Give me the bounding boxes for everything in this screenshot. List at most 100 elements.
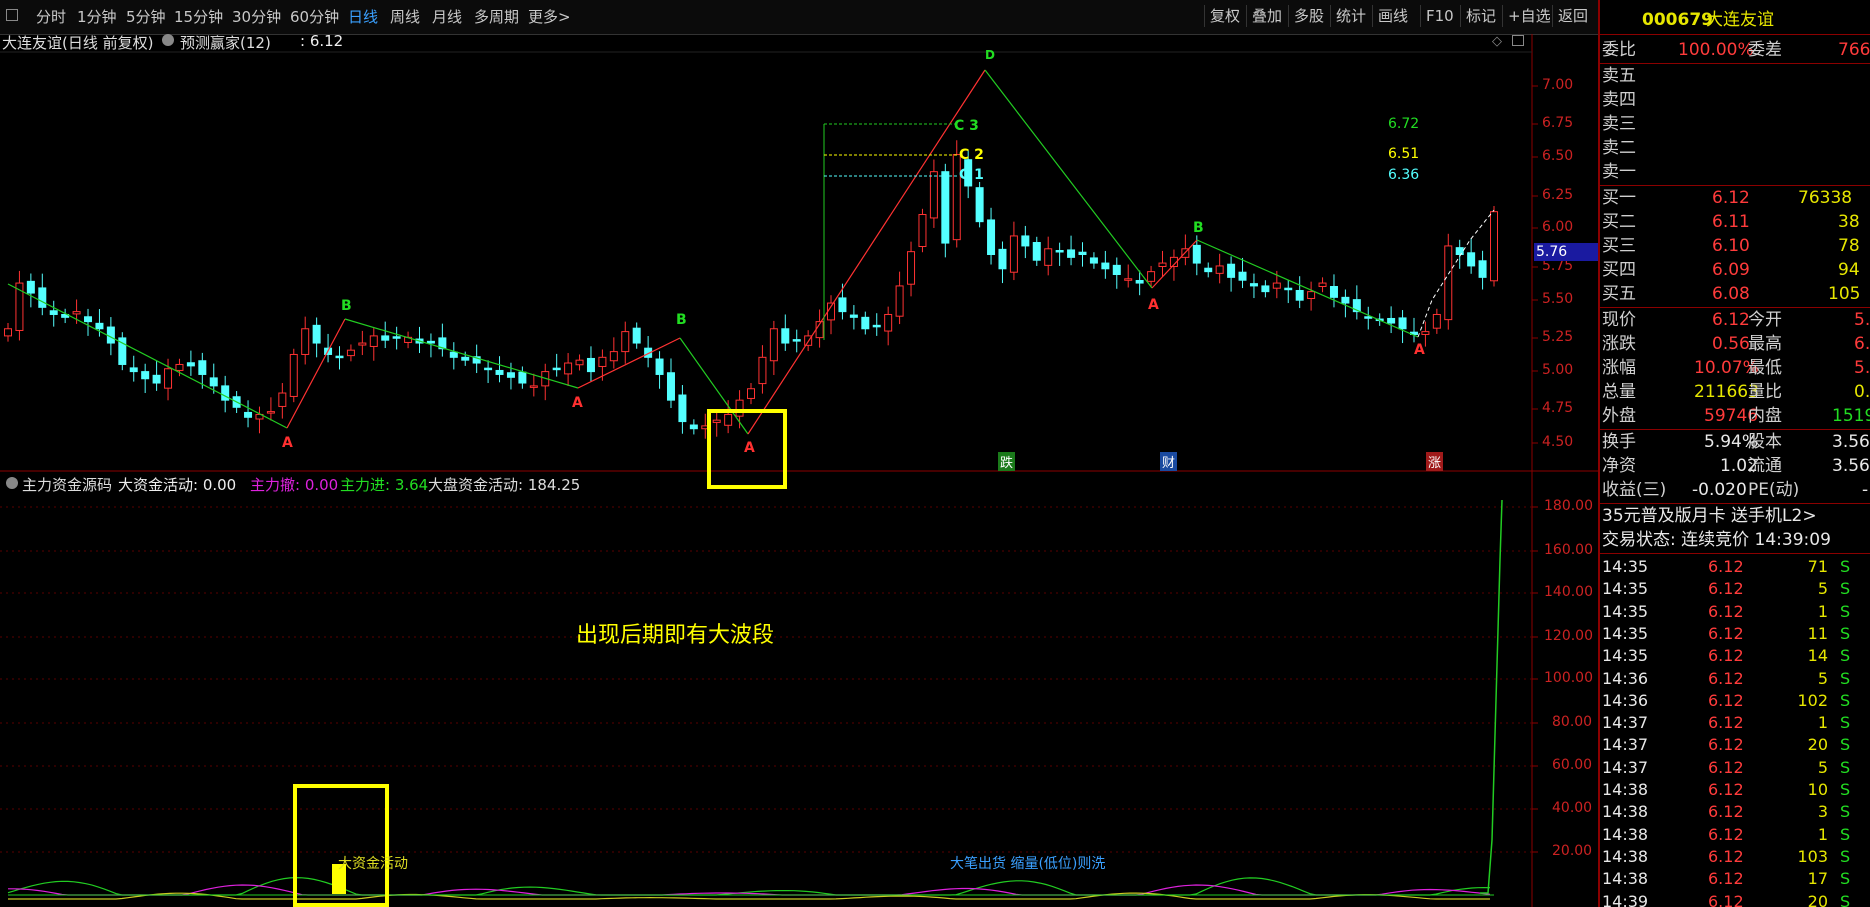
indicator-name[interactable]: 预测赢家(12): [180, 32, 271, 53]
candle-body: [1398, 317, 1407, 330]
candle-body: [987, 219, 996, 256]
tick-side: S: [1840, 846, 1851, 866]
candle-body: [1204, 267, 1213, 273]
tick-row: 14:38 6.12 1 S: [1600, 824, 1870, 846]
main-out-curve: [8, 884, 1491, 896]
stat-label: 股本: [1748, 432, 1782, 452]
annotation-text: 出现后期即有大波段: [576, 623, 775, 648]
price-tick: 4.50: [1542, 434, 1574, 450]
weibi-label: 委比: [1602, 40, 1636, 60]
tick-row: 14:37 6.12 1 S: [1600, 712, 1870, 734]
stat-label: 净资: [1602, 456, 1636, 476]
indicator-settings-icon[interactable]: [162, 34, 174, 46]
candle-body: [495, 369, 504, 375]
bid-level-label: 买一: [1602, 188, 1636, 208]
candle-body: [1089, 257, 1098, 264]
tick-time: 14:36: [1602, 690, 1649, 710]
event-tag-finance[interactable]: 财: [1160, 452, 1178, 471]
candle-body: [392, 336, 401, 339]
kline-chart[interactable]: [0, 0, 1598, 907]
tick-time: 14:38: [1602, 846, 1649, 866]
candle-body: [632, 327, 641, 344]
candle-body: [278, 392, 287, 407]
price-tick: 6.50: [1542, 148, 1574, 164]
stat-label: 涨幅: [1602, 358, 1636, 378]
candle-body: [621, 331, 630, 353]
candle-body: [758, 356, 767, 385]
candle-body: [95, 322, 104, 330]
stat-label: 现价: [1602, 310, 1636, 330]
candle-body: [1444, 245, 1453, 321]
tick-time: 14:36: [1602, 668, 1649, 688]
open-price: 5.: [1854, 310, 1870, 330]
quote-panel: 000679 大连友谊 委比 100.00% 委差 766 卖五 卖四 卖三 卖…: [1598, 0, 1870, 907]
tick-volume: 3: [1817, 802, 1828, 822]
candle-body: [1192, 244, 1201, 264]
candle-body: [518, 371, 527, 384]
chart-grid: [0, 34, 1598, 907]
candle-body: [1238, 271, 1247, 281]
main-out-label: 主力撤: 0.00: [250, 476, 339, 494]
candle-body: [129, 367, 138, 373]
pe-value: -: [1862, 480, 1869, 500]
candle-body: [609, 351, 618, 362]
promo-link[interactable]: 35元普及版月卡 送手机L2>: [1602, 504, 1817, 528]
sub-tick: 180.00: [1544, 498, 1593, 514]
stat-label: PE(动): [1748, 480, 1800, 500]
window-icon[interactable]: [1512, 35, 1524, 46]
candle-body: [1318, 282, 1327, 287]
candle-body: [358, 342, 367, 346]
candle-body: [1215, 265, 1224, 274]
candle-body: [1329, 285, 1338, 298]
candle-body: [861, 316, 870, 330]
stock-name: 大连友谊: [1706, 10, 1774, 30]
tick-price: 6.12: [1708, 735, 1744, 755]
candle-body: [1261, 285, 1270, 293]
sub-indicator-name[interactable]: 主力资金源码: [22, 474, 112, 495]
candle-body: [1055, 250, 1064, 253]
candle-body: [838, 297, 847, 313]
tick-volume: 20: [1807, 891, 1828, 907]
last-price: 6.12: [1712, 310, 1750, 330]
wave-line-up: [747, 69, 986, 435]
event-tag-fall[interactable]: 跌: [998, 452, 1016, 471]
tick-time: 14:35: [1602, 557, 1649, 576]
tick-volume: 5: [1817, 579, 1828, 599]
sub-tick: 80.00: [1552, 714, 1593, 730]
candle-body: [1101, 262, 1110, 270]
candle-body: [1478, 260, 1487, 278]
main-in-curve: [7, 876, 1491, 896]
tick-price: 6.12: [1708, 601, 1744, 621]
wave-label-c1: C 1: [959, 167, 984, 183]
tick-price: 6.12: [1708, 690, 1744, 710]
sub-indicator-settings-icon[interactable]: [6, 477, 18, 489]
price-tick: 6.00: [1542, 219, 1574, 235]
target-c3-value: 6.72: [1388, 116, 1420, 132]
chart-title: 大连友谊(日线 前复权): [2, 34, 154, 52]
diamond-icon[interactable]: ◇: [1492, 34, 1502, 49]
tick-row: 14:36 6.12 5 S: [1600, 668, 1870, 690]
candle-body: [849, 314, 858, 318]
candle-body: [335, 355, 344, 359]
candle-body: [1432, 313, 1441, 329]
stat-label: 涨跌: [1602, 334, 1636, 354]
candle-body: [598, 356, 607, 367]
event-tag-rise[interactable]: 涨: [1426, 452, 1444, 471]
wave-line-down: [344, 318, 579, 389]
candle-body: [872, 324, 881, 328]
weicha-label: 委差: [1748, 40, 1782, 60]
candle-body: [1272, 282, 1281, 289]
bid-volume: 38: [1838, 212, 1860, 232]
tick-volume: 1: [1817, 713, 1828, 733]
candle-body: [781, 328, 790, 344]
bid-price: 6.10: [1712, 236, 1750, 256]
tick-side: S: [1840, 601, 1851, 621]
candle-body: [1135, 279, 1144, 284]
stock-code: 000679: [1642, 10, 1713, 30]
candle-body: [1124, 278, 1133, 281]
high-price: 6.: [1854, 334, 1870, 354]
ask-level-label: 卖三: [1602, 114, 1636, 134]
stat-label: 外盘: [1602, 406, 1636, 426]
stat-label: 最低: [1748, 358, 1782, 378]
tick-price: 6.12: [1708, 869, 1744, 889]
